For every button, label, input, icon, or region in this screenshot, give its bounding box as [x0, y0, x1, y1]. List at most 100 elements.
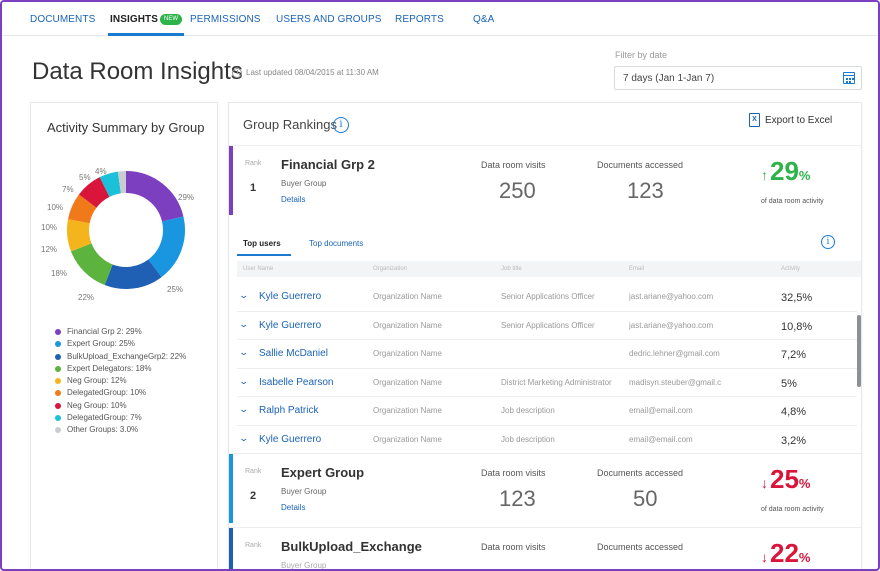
chevron-down-icon[interactable]: ⌄	[238, 433, 249, 444]
docs-value: 123	[627, 178, 664, 203]
details-link[interactable]: Details	[281, 195, 305, 204]
donut-slice[interactable]	[147, 216, 185, 278]
table-row[interactable]: ⌄ Kyle Guerrero Organization Name Senior Ap…	[237, 312, 857, 341]
details-link[interactable]: Details	[281, 503, 305, 512]
chevron-down-icon[interactable]: ⌄	[238, 290, 249, 301]
chevron-down-icon[interactable]: ⌄	[238, 376, 249, 387]
user-org: Organization Name	[373, 349, 442, 359]
filter-label: Filter by date	[615, 50, 668, 60]
chevron-down-icon[interactable]: ⌄	[238, 347, 249, 358]
nav-insights[interactable]: INSIGHTS	[110, 14, 158, 25]
legend-dot	[55, 329, 61, 335]
table-row[interactable]: ⌄ Ralph Patrick Organization Name Job descr…	[237, 397, 857, 426]
nav-users-and-groups[interactable]: USERS AND GROUPS	[276, 14, 382, 25]
info-icon[interactable]: i	[821, 235, 835, 249]
donut-slice[interactable]	[70, 242, 114, 286]
calendar-icon[interactable]	[843, 72, 855, 84]
user-job: District Marketing Administrator	[501, 377, 612, 387]
group-color-bar	[229, 454, 233, 523]
table-row[interactable]: ⌄ Sallie McDaniel Organization Name dedric.…	[237, 340, 857, 369]
user-email: dedric.lehner@gmail.com	[629, 349, 720, 359]
user-org: Organization Name	[373, 406, 442, 416]
col-activity[interactable]: Activity	[781, 266, 800, 272]
export-to-excel-button[interactable]: Export to Excel	[765, 115, 832, 126]
chevron-down-icon[interactable]: ⌄	[238, 319, 249, 330]
donut-slice[interactable]	[104, 259, 162, 289]
donut-slice[interactable]	[78, 177, 111, 209]
user-job: Job description	[501, 406, 555, 416]
user-email: madisyn.steuber@gmail.c	[629, 377, 722, 387]
nav-permissions[interactable]: PERMISSIONS	[190, 14, 261, 25]
group-card: Rank BulkUpload_Exchange Buyer Group Dat…	[229, 527, 861, 569]
col-job-title[interactable]: Job title	[501, 266, 522, 272]
legend-item: Expert Group: 25%	[55, 339, 186, 351]
legend-item: Neg Group: 10%	[55, 401, 186, 413]
activity-pct: ↓22%	[761, 538, 810, 569]
activity-summary-panel: Activity Summary by Group 29% 25% 22% 18…	[30, 102, 218, 569]
user-name-link[interactable]: Kyle Guerrero	[259, 434, 321, 445]
nav-qa[interactable]: Q&A	[473, 14, 494, 25]
rank-number: 1	[250, 182, 257, 194]
group-name: Expert Group	[281, 465, 365, 480]
legend-label: DelegatedGroup: 7%	[67, 413, 142, 423]
docs-label: Documents accessed	[597, 468, 684, 478]
donut-slice[interactable]	[68, 194, 97, 224]
tab-top-documents[interactable]: Top documents	[309, 239, 363, 248]
pct-label: 10%	[41, 223, 58, 232]
user-name-link[interactable]: Kyle Guerrero	[259, 320, 321, 331]
page-title: Data Room Insights	[32, 58, 243, 85]
legend-label: Financial Grp 2: 29%	[67, 327, 142, 336]
nav-documents[interactable]: DOCUMENTS	[30, 14, 95, 25]
donut-legend: Financial Grp 2: 29% Expert Group: 25% Bul…	[55, 327, 186, 438]
active-tab-indicator	[108, 33, 184, 36]
chevron-down-icon[interactable]: ⌄	[238, 404, 249, 415]
visits-label: Data room visits	[481, 542, 546, 552]
docs-value: 50	[633, 486, 658, 511]
activity-pct-value: 25	[770, 464, 799, 494]
table-row[interactable]: ⌄ Kyle Guerrero Organization Name Senior Ap…	[237, 283, 857, 312]
user-email: email@email.com	[629, 406, 693, 416]
user-email: jast.ariane@yahoo.com	[629, 292, 714, 301]
legend-dot	[55, 390, 61, 397]
legend-item: BulkUpload_ExchangeGrp2: 22%	[55, 352, 186, 364]
legend-item: DelegatedGroup: 7%	[55, 413, 186, 425]
scrollbar[interactable]	[857, 315, 861, 387]
rank-label: Rank	[245, 468, 262, 475]
info-icon[interactable]: i	[333, 117, 349, 133]
user-name-link[interactable]: Isabelle Pearson	[259, 377, 334, 388]
user-activity: 32,5%	[781, 292, 813, 304]
user-email: jast.ariane@yahoo.com	[629, 320, 714, 330]
user-activity: 7,2%	[781, 349, 807, 362]
group-color-bar	[229, 528, 233, 569]
tab-top-users[interactable]: Top users	[243, 239, 281, 248]
col-organization[interactable]: Organization	[373, 266, 407, 272]
donut-slice[interactable]	[67, 219, 92, 252]
legend-item: Neg Group: 12%	[55, 376, 186, 388]
legend-dot	[55, 378, 61, 385]
legend-label: Expert Delegators: 18%	[67, 363, 152, 373]
group-color-bar	[229, 146, 233, 215]
pct-symbol: %	[798, 476, 811, 491]
user-name-link[interactable]: Ralph Patrick	[259, 405, 318, 416]
activity-sub: of data room activity	[761, 506, 824, 513]
group-name: BulkUpload_Exchange	[281, 539, 422, 554]
user-activity: 5%	[781, 377, 797, 390]
app-frame: DOCUMENTS INSIGHTS NEW PERMISSIONS USERS…	[0, 0, 880, 571]
user-job: Job description	[501, 435, 555, 444]
nav-reports[interactable]: REPORTS	[395, 14, 444, 25]
legend-dot	[55, 402, 61, 409]
col-email[interactable]: Email	[629, 266, 644, 272]
rank-number: 2	[250, 490, 257, 502]
user-name-link[interactable]: Sallie McDaniel	[259, 348, 328, 359]
excel-icon[interactable]: X	[749, 113, 760, 127]
table-row[interactable]: ⌄ Kyle Guerrero Organization Name Job descr…	[237, 426, 857, 455]
donut-slice[interactable]	[99, 171, 122, 198]
clock-icon	[232, 68, 242, 78]
visits-value: 123	[499, 486, 536, 511]
user-name-link[interactable]: Kyle Guerrero	[259, 291, 321, 302]
col-user-name[interactable]: User Name	[243, 266, 273, 272]
user-activity: 4,8%	[781, 406, 807, 419]
table-row[interactable]: ⌄ Isabelle Pearson Organization Name Distri…	[237, 369, 857, 398]
date-filter-input[interactable]: 7 days (Jan 1-Jan 7)	[614, 66, 862, 90]
donut-slice[interactable]	[125, 171, 184, 223]
